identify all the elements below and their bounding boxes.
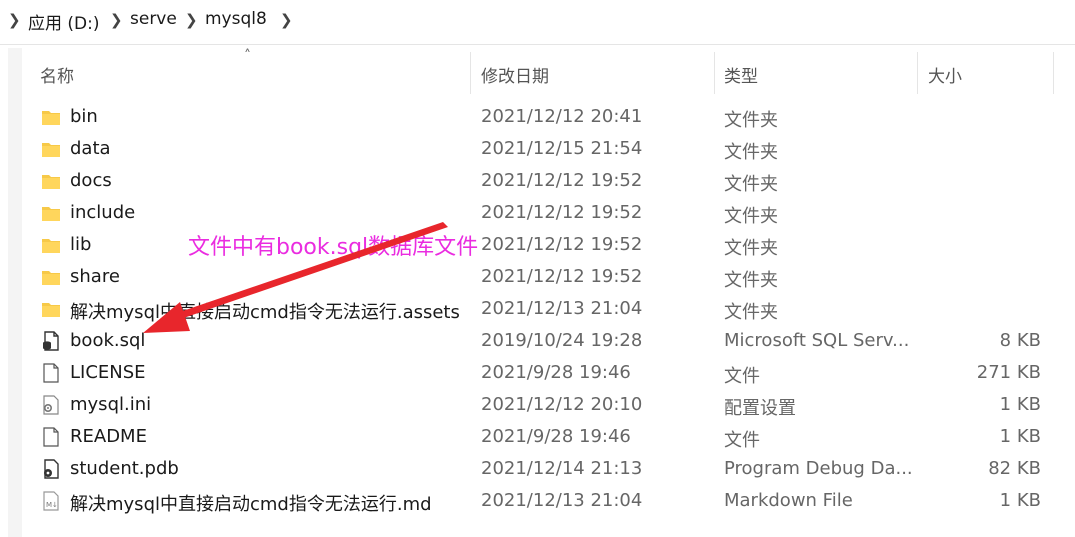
folder-icon	[40, 298, 62, 320]
file-type: 文件夹	[724, 142, 778, 163]
file-type: 文件	[724, 366, 760, 387]
file-row[interactable]: README 2021/9/28 19:46 文件 1 KB	[30, 421, 1060, 453]
file-name: data	[70, 138, 111, 159]
file-modified-date: 2021/12/12 19:52	[481, 266, 643, 287]
file-name: LICENSE	[70, 362, 146, 383]
file-row[interactable]: bin 2021/12/12 20:41 文件夹	[30, 101, 1060, 133]
file-modified-date: 2021/12/14 21:13	[481, 458, 643, 479]
file-type: 文件夹	[724, 238, 778, 259]
address-bar: ❯ 应用 (D:) ❯ serve ❯ mysql8 ❯	[0, 0, 1075, 45]
file-size: 82 KB	[988, 458, 1041, 479]
file-row[interactable]: data 2021/12/15 21:54 文件夹	[30, 133, 1060, 165]
file-row[interactable]: student.pdb 2021/12/14 21:13 Program Debug…	[30, 453, 1060, 485]
folder-icon	[40, 106, 62, 128]
file-modified-date: 2021/12/12 19:52	[481, 202, 643, 223]
file-name: docs	[70, 170, 112, 191]
column-header-size[interactable]: 大小	[928, 62, 962, 87]
folder-icon	[40, 138, 62, 160]
navigation-pane-edge	[8, 48, 22, 537]
sql-file-icon	[40, 330, 62, 352]
annotation-text: 文件中有book.sql数据库文件	[188, 235, 479, 260]
file-type: 文件夹	[724, 110, 778, 131]
file-type: Program Debug Da...	[724, 458, 913, 479]
file-modified-date: 2021/12/12 20:41	[481, 106, 643, 127]
file-modified-date: 2021/12/12 20:10	[481, 394, 643, 415]
column-divider[interactable]	[917, 52, 918, 94]
file-modified-date: 2019/10/24 19:28	[481, 330, 643, 351]
chevron-right-icon[interactable]: ❯	[280, 11, 293, 29]
column-header-type[interactable]: 类型	[724, 62, 758, 87]
file-row[interactable]: M↓ 解决mysql中直接启动cmd指令无法运行.md 2021/12/13 21:…	[30, 485, 1060, 517]
file-name: lib	[70, 234, 92, 255]
folder-icon	[40, 170, 62, 192]
file-size: 1 KB	[999, 490, 1041, 511]
column-divider[interactable]	[470, 52, 471, 94]
file-modified-date: 2021/9/28 19:46	[481, 362, 631, 383]
file-modified-date: 2021/12/13 21:04	[481, 490, 643, 511]
file-row[interactable]: docs 2021/12/12 19:52 文件夹	[30, 165, 1060, 197]
file-modified-date: 2021/12/15 21:54	[481, 138, 643, 159]
file-name: bin	[70, 106, 98, 127]
chevron-right-icon[interactable]: ❯	[8, 11, 21, 29]
file-type: 文件夹	[724, 174, 778, 195]
folder-icon	[40, 202, 62, 224]
blank-file-icon	[40, 426, 62, 448]
column-divider[interactable]	[1053, 52, 1054, 94]
file-name: README	[70, 426, 147, 447]
file-type: 配置设置	[724, 398, 796, 419]
file-type: 文件夹	[724, 206, 778, 227]
pdb-file-icon	[40, 458, 62, 480]
chevron-right-icon[interactable]: ❯	[185, 11, 198, 29]
sort-ascending-icon: ˄	[244, 48, 251, 64]
blank-file-icon	[40, 362, 62, 384]
file-modified-date: 2021/9/28 19:46	[481, 426, 631, 447]
file-modified-date: 2021/12/12 19:52	[481, 170, 643, 191]
folder-icon	[40, 234, 62, 256]
file-type: Markdown File	[724, 490, 853, 511]
file-size: 1 KB	[999, 426, 1041, 447]
file-row[interactable]: share 2021/12/12 19:52 文件夹	[30, 261, 1060, 293]
file-size: 1 KB	[999, 394, 1041, 415]
file-type: 文件夹	[724, 270, 778, 291]
folder-icon	[40, 266, 62, 288]
breadcrumb-item-drive[interactable]: 应用 (D:)	[28, 9, 100, 34]
file-size: 8 KB	[999, 330, 1041, 351]
file-name: include	[70, 202, 136, 223]
svg-text:M↓: M↓	[46, 501, 58, 509]
file-row[interactable]: book.sql 2019/10/24 19:28 Microsoft SQL Se…	[30, 325, 1060, 357]
settings-file-icon	[40, 394, 62, 416]
file-row[interactable]: 解决mysql中直接启动cmd指令无法运行.assets 2021/12/13 2…	[30, 293, 1060, 325]
column-header-modified[interactable]: 修改日期	[481, 62, 549, 87]
file-name: 解决mysql中直接启动cmd指令无法运行.md	[70, 494, 432, 515]
breadcrumb-item-serve[interactable]: serve	[130, 9, 177, 29]
column-header-name[interactable]: 名称	[40, 62, 74, 87]
file-size: 271 KB	[976, 362, 1041, 383]
file-row[interactable]: LICENSE 2021/9/28 19:46 文件 271 KB	[30, 357, 1060, 389]
file-modified-date: 2021/12/12 19:52	[481, 234, 643, 255]
file-name: 解决mysql中直接启动cmd指令无法运行.assets	[70, 302, 460, 323]
column-divider[interactable]	[714, 52, 715, 94]
file-name: book.sql	[70, 330, 146, 351]
file-row[interactable]: mysql.ini 2021/12/12 20:10 配置设置 1 KB	[30, 389, 1060, 421]
file-modified-date: 2021/12/13 21:04	[481, 298, 643, 319]
file-row[interactable]: include 2021/12/12 19:52 文件夹	[30, 197, 1060, 229]
file-type: 文件	[724, 430, 760, 451]
file-name: student.pdb	[70, 458, 179, 479]
file-type: Microsoft SQL Serv...	[724, 330, 910, 351]
markdown-file-icon: M↓	[40, 490, 62, 512]
file-name: mysql.ini	[70, 394, 152, 415]
chevron-right-icon[interactable]: ❯	[110, 11, 123, 29]
breadcrumb-item-mysql8[interactable]: mysql8	[205, 9, 267, 29]
file-type: 文件夹	[724, 302, 778, 323]
file-name: share	[70, 266, 120, 287]
column-header: ˄ 名称 修改日期 类型 大小	[0, 48, 1075, 94]
file-row[interactable]: lib 2021/12/12 19:52 文件夹	[30, 229, 1060, 261]
